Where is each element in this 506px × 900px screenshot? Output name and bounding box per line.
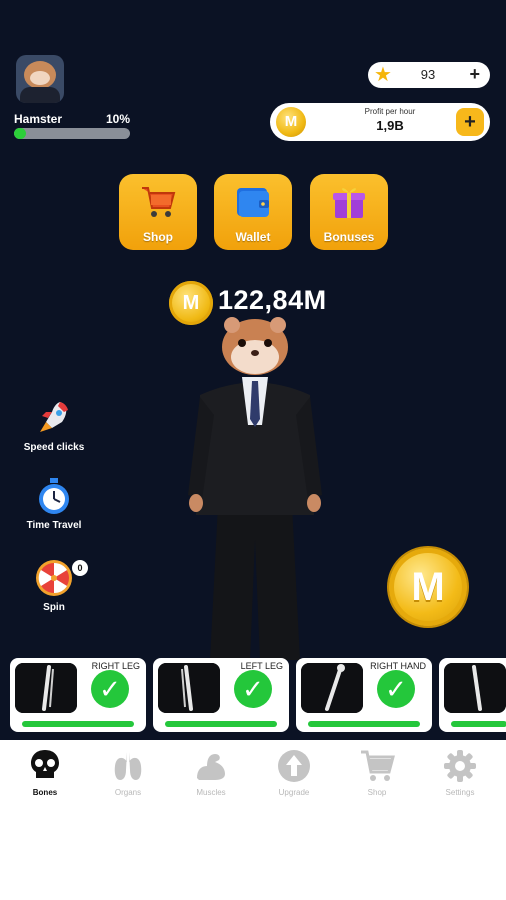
gift-icon (333, 188, 365, 218)
lungs-icon (114, 752, 142, 780)
player-avatar[interactable] (16, 55, 64, 103)
bone-card-partial[interactable] (439, 658, 506, 732)
game-screen: Hamster 10% ★ 93 + M Profit per hour 1,9… (0, 0, 506, 740)
bone-progress-bar (165, 721, 277, 727)
nav-shop-label: Shop (367, 788, 387, 797)
hamster-character[interactable] (180, 315, 330, 660)
nav-organs[interactable]: Organs (88, 748, 168, 797)
profit-label: Profit per hour (364, 107, 416, 116)
check-icon: ✓ (234, 670, 272, 708)
speed-clicks-tool[interactable]: Speed clicks (14, 398, 94, 453)
bone-name: RIGHT LEG (91, 661, 140, 671)
nav-shop[interactable]: Shop (337, 748, 417, 797)
nav-settings[interactable]: Settings (420, 748, 500, 797)
speed-clicks-label: Speed clicks (23, 442, 85, 453)
stars-value: 93 (420, 67, 436, 82)
shop-button[interactable]: Shop (119, 174, 197, 250)
nav-upgrade[interactable]: Upgrade (254, 748, 334, 797)
leg-bone-icon (15, 663, 77, 713)
nav-upgrade-label: Upgrade (278, 788, 310, 797)
wallet-icon (237, 188, 269, 217)
bonuses-button[interactable]: Bonuses (310, 174, 388, 250)
bonuses-button-label: Bonuses (323, 230, 375, 244)
wallet-button[interactable]: Wallet (214, 174, 292, 250)
nav-settings-label: Settings (445, 788, 475, 797)
tap-coin-button[interactable]: M (389, 548, 467, 626)
bottom-navigation: Bones Organs Muscles Upgrade Shop Settin… (0, 740, 506, 900)
level-progress-fill (14, 128, 26, 139)
skull-icon (31, 750, 59, 778)
gear-icon (444, 750, 476, 782)
bone-card-left-leg[interactable]: LEFT LEG ✓ (153, 658, 289, 732)
nav-bones-label: Bones (32, 788, 58, 797)
add-profit-button[interactable]: + (456, 108, 484, 136)
shop-button-label: Shop (143, 230, 173, 244)
suit-icon (20, 87, 60, 103)
shopping-cart-icon (142, 187, 176, 217)
profit-value: 1,9B (376, 118, 404, 133)
stars-counter[interactable]: ★ 93 + (368, 62, 490, 88)
nav-muscles-label: Muscles (196, 788, 226, 797)
upgrade-arrow-icon (278, 750, 310, 782)
add-stars-icon[interactable]: + (469, 64, 480, 84)
bone-progress-bar (451, 721, 506, 727)
nav-organs-label: Organs (114, 788, 142, 797)
coin-icon: M (276, 107, 306, 137)
check-icon: ✓ (91, 670, 129, 708)
spin-tool[interactable]: 0 Spin (14, 558, 94, 613)
nav-bones[interactable]: Bones (5, 748, 85, 797)
nav-muscles[interactable]: Muscles (171, 748, 251, 797)
arm-bone-icon (301, 663, 363, 713)
leg-bone-icon (158, 663, 220, 713)
spin-label: Spin (43, 602, 65, 613)
player-name: Hamster (14, 112, 63, 126)
coin-balance: 122,84M (218, 285, 327, 315)
stopwatch-icon (39, 478, 69, 514)
bone-progress-bar (22, 721, 134, 727)
time-travel-label: Time Travel (26, 520, 82, 531)
bone-progress-bar (308, 721, 420, 727)
check-icon: ✓ (377, 670, 415, 708)
time-travel-tool[interactable]: Time Travel (14, 476, 94, 531)
bone-card-right-leg[interactable]: RIGHT LEG ✓ (10, 658, 146, 732)
wallet-button-label: Wallet (235, 230, 271, 244)
cart-icon (361, 750, 395, 781)
level-progress-bar (14, 128, 130, 139)
muscle-icon (197, 754, 225, 780)
bone-name: LEFT LEG (240, 661, 283, 671)
wheel-icon (36, 560, 72, 596)
level-percent: 10% (105, 112, 130, 126)
profit-per-hour-panel: M Profit per hour 1,9B + (270, 103, 490, 141)
star-icon: ★ (374, 64, 392, 86)
hamster-face-icon (24, 61, 56, 89)
bone-icon (444, 663, 506, 713)
bone-card-right-hand[interactable]: RIGHT HAND ✓ (296, 658, 432, 732)
spin-count-badge: 0 (72, 560, 88, 576)
rocket-icon (40, 402, 68, 432)
